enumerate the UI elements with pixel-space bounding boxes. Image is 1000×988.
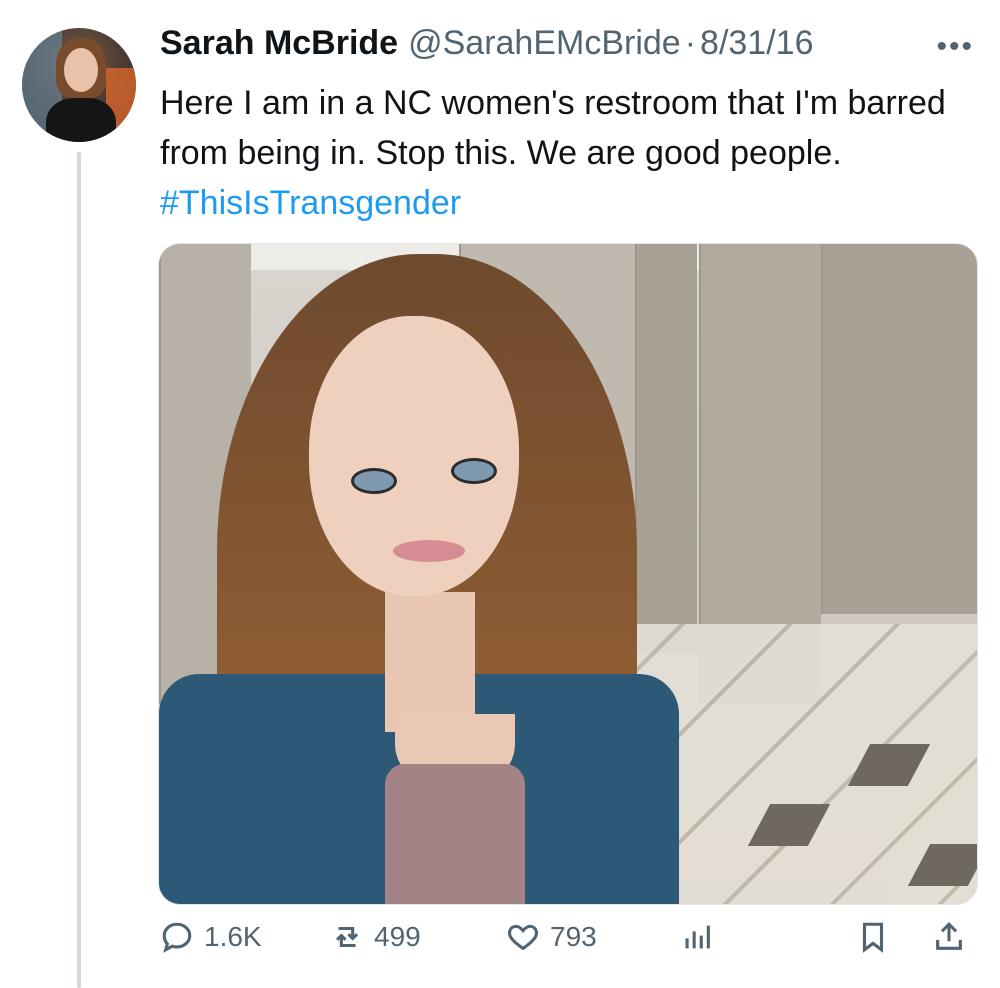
retweet-button[interactable]: 499 — [330, 920, 421, 954]
thread-line — [77, 152, 81, 988]
analytics-icon — [685, 925, 710, 949]
hashtag-link[interactable]: #ThisIsTransgender — [160, 184, 461, 222]
avatar[interactable] — [22, 28, 136, 142]
person-lips — [393, 540, 465, 562]
author-name[interactable]: Sarah McBride — [160, 24, 398, 63]
tweet-actions: 1.6K 499 793 — [160, 920, 980, 976]
share-button[interactable] — [932, 920, 966, 954]
heart-icon — [507, 924, 539, 951]
like-count: 793 — [550, 921, 597, 952]
retweet-icon — [335, 926, 359, 948]
bookmark-icon — [862, 922, 884, 953]
person-shirt — [385, 764, 525, 904]
reply-button[interactable]: 1.6K — [160, 920, 262, 954]
avatar-body — [46, 98, 116, 142]
separator-dot: · — [684, 24, 697, 62]
reply-icon — [162, 922, 192, 953]
reply-count: 1.6K — [204, 921, 262, 952]
person-eye — [351, 468, 397, 494]
person-neck — [385, 592, 475, 732]
stall-panel — [635, 244, 697, 654]
avatar-face — [64, 48, 98, 92]
tweet-text: Here I am in a NC women's restroom that … — [160, 78, 960, 228]
retweet-count: 499 — [374, 921, 421, 952]
tweet-date[interactable]: 8/31/16 — [700, 24, 813, 63]
stall-panel — [821, 244, 977, 614]
author-handle[interactable]: @SarahEMcBride — [408, 24, 681, 63]
share-icon — [936, 922, 962, 950]
tweet-body: Here I am in a NC women's restroom that … — [160, 84, 946, 172]
person-eye — [451, 458, 497, 484]
views-button[interactable] — [680, 920, 714, 954]
like-button[interactable]: 793 — [506, 920, 597, 954]
tweet-header: Sarah McBride @SarahEMcBride · 8/31/16 — [160, 24, 814, 70]
more-icon[interactable]: ••• — [936, 30, 974, 64]
tweet-photo[interactable] — [158, 243, 978, 905]
bookmark-button[interactable] — [856, 920, 890, 954]
